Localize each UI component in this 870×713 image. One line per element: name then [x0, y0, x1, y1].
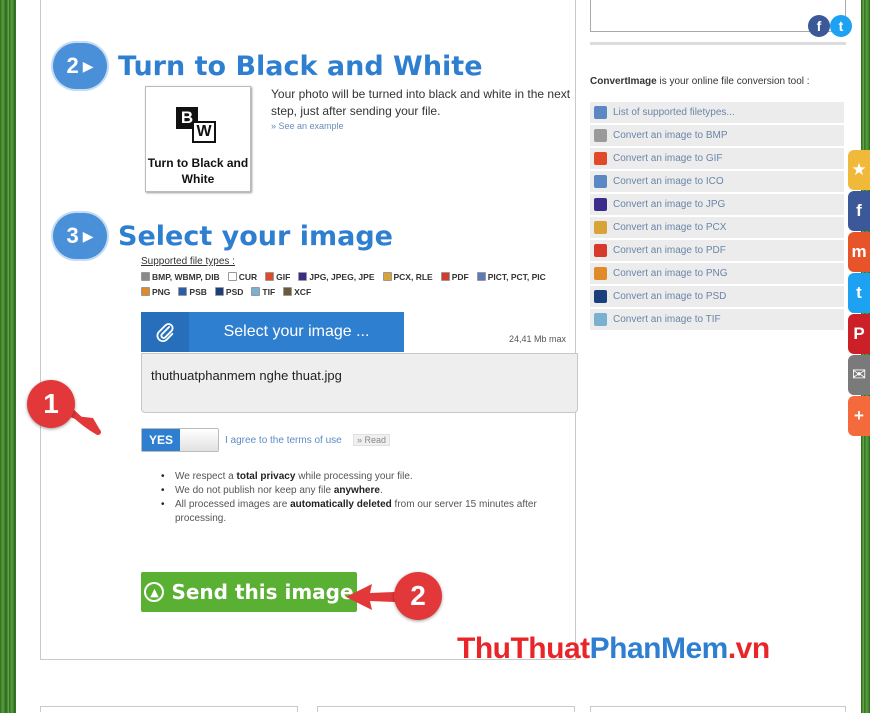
watermark-part-2: PhanMem [589, 632, 729, 665]
watermark-part-3: .vn [727, 632, 770, 665]
annotation-badge-1: 1 [27, 380, 75, 428]
annotation-badge-2: 2 [394, 572, 442, 620]
watermark-logo: ThuThuatPhanMem.vn [457, 632, 770, 666]
watermark-part-1: ThuThuat [457, 632, 590, 665]
